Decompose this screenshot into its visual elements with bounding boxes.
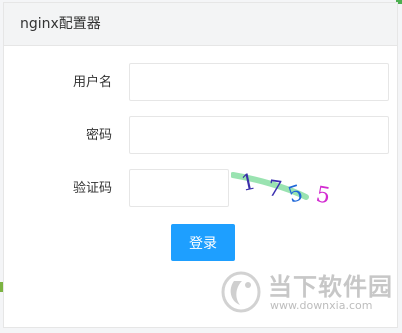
watermark-title: 当下软件园	[268, 273, 393, 301]
username-label: 用户名	[72, 75, 112, 90]
watermark-logo-icon	[221, 271, 261, 313]
page-title: nginx配置器	[20, 16, 101, 32]
captcha-char: 7	[266, 176, 283, 203]
login-panel: nginx配置器 用户名 密码 验证码 1 7 5 5 登录 当下软件园 www…	[3, 2, 398, 328]
username-row: 用户名	[4, 63, 397, 103]
captcha-label: 验证码	[72, 181, 112, 196]
panel-header: nginx配置器	[4, 3, 397, 46]
captcha-char: 5	[314, 182, 332, 209]
password-label: 密码	[85, 128, 112, 143]
password-row: 密码	[4, 116, 397, 156]
captcha-char: 1	[239, 170, 258, 197]
captcha-image[interactable]: 1 7 5 5	[231, 169, 341, 209]
captcha-row: 验证码 1 7 5 5	[4, 169, 397, 209]
password-input[interactable]	[129, 116, 389, 154]
login-button[interactable]: 登录	[171, 224, 235, 261]
captcha-input[interactable]	[129, 169, 229, 207]
watermark: 当下软件园 www.downxia.com	[220, 267, 393, 327]
watermark-url: www.downxia.com	[270, 299, 373, 312]
username-input[interactable]	[129, 63, 389, 101]
